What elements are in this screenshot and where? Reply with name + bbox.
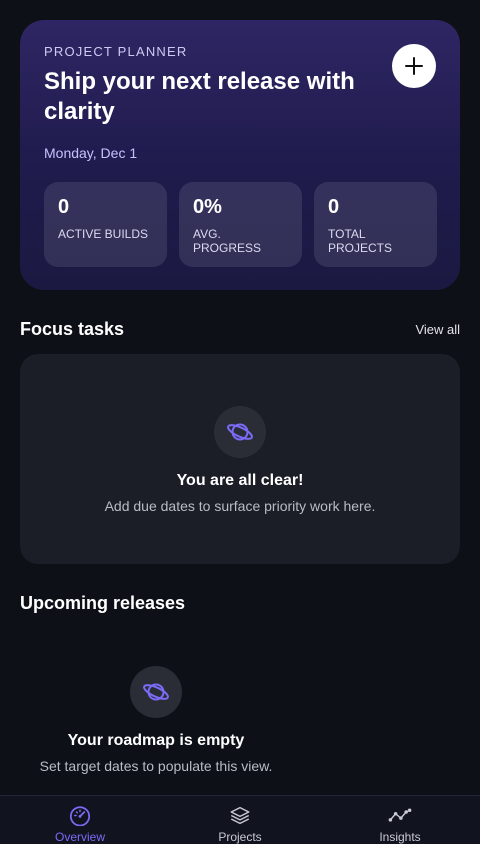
view-all-link[interactable]: View all [415,322,460,337]
nav-tab-overview[interactable]: Overview [0,796,160,844]
app-screen: PROJECT PLANNER Ship your next release w… [0,0,480,844]
nav-label: Projects [218,830,262,844]
nav-tab-insights[interactable]: Insights [320,796,480,844]
hero-title: Ship your next release with clarity [44,68,355,125]
stat-avg-progress: 0% AVG. PROGRESS [179,182,302,267]
eyebrow-label: PROJECT PLANNER [44,44,188,59]
stat-value: 0 [58,196,70,218]
section-title: Focus tasks [20,319,125,339]
nav-label: Overview [54,830,105,844]
upcoming-releases-header: Upcoming releases [20,593,460,614]
line-chart-icon [388,808,412,822]
nav-tab-projects[interactable]: Projects [160,796,320,844]
stat-label: TOTAL PROJECTS [328,227,393,255]
planet-icon [227,423,253,441]
layers-icon [230,806,250,825]
stat-total-projects: 0 TOTAL PROJECTS [314,182,437,267]
stat-active-builds: 0 ACTIVE BUILDS [44,182,167,267]
speedometer-icon [69,806,91,826]
stats-row: 0 ACTIVE BUILDS 0% AVG. PROGRESS 0 TOTAL… [44,182,437,267]
releases-empty-state: Your roadmap is empty Set target dates t… [20,666,292,774]
focus-tasks-empty-state: You are all clear! Add due dates to surf… [20,354,460,564]
empty-icon-badge [130,666,182,718]
bottom-nav: Overview Projects Insights [0,795,480,844]
plus-icon [405,57,423,75]
current-date: Monday, Dec 1 [44,145,138,161]
section-title: Upcoming releases [20,593,186,613]
stat-value: 0 [328,196,340,218]
nav-label: Insights [379,830,421,844]
empty-subtitle: Add due dates to surface priority work h… [104,498,376,514]
stat-label: AVG. PROGRESS [193,227,262,255]
empty-subtitle: Set target dates to populate this view. [39,758,273,774]
empty-icon-badge [214,406,266,458]
empty-title: You are all clear! [176,472,304,489]
add-project-button[interactable] [392,44,436,88]
stat-value: 0% [193,196,222,218]
hero-card: PROJECT PLANNER Ship your next release w… [20,20,460,290]
planet-icon [143,683,169,701]
empty-title: Your roadmap is empty [67,732,245,749]
focus-tasks-header: Focus tasks View all [20,319,460,340]
stat-label: ACTIVE BUILDS [58,227,149,241]
